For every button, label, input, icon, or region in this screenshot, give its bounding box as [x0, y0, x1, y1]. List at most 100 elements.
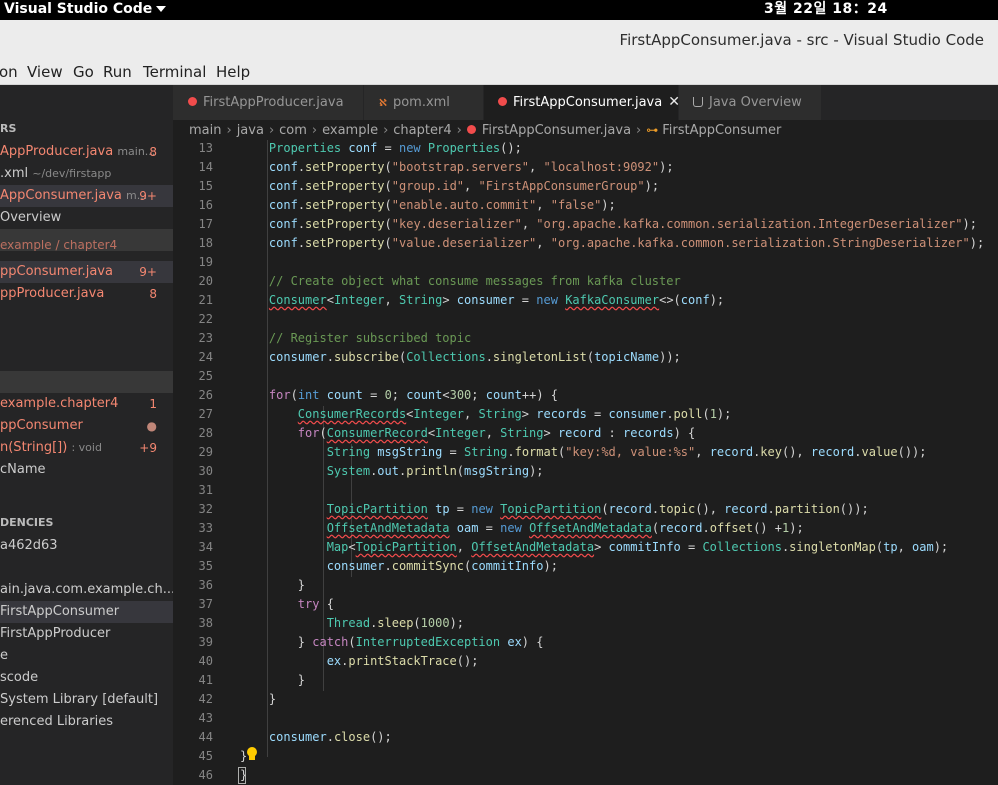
- line-number: 32: [198, 502, 213, 516]
- code-line: Map<TopicPartition, OffsetAndMetadata> c…: [326, 540, 949, 554]
- menu-run[interactable]: Run: [103, 63, 132, 81]
- window-title-bar: FirstAppConsumer.java - src - Visual Stu…: [0, 20, 998, 60]
- line-number: 22: [198, 312, 213, 326]
- code-line: }: [240, 578, 306, 592]
- chevron-right-icon: ›: [311, 123, 318, 138]
- open-editor-item[interactable]: AppProducer.java main... 8: [0, 141, 173, 163]
- line-number: 38: [198, 616, 213, 630]
- breadcrumb-item[interactable]: example: [322, 123, 378, 138]
- line-number: 13: [198, 141, 213, 155]
- file-item[interactable]: ppConsumer.java 9+: [0, 261, 173, 283]
- dependency-item[interactable]: erenced Libraries: [0, 711, 173, 733]
- code-line: consumer.commitSync(commitInfo);: [326, 559, 558, 573]
- tab-firstappconsumer[interactable]: FirstAppConsumer.java ✕: [484, 85, 680, 120]
- line-number: 24: [198, 350, 213, 364]
- line-number: 33: [198, 521, 213, 535]
- dependency-item[interactable]: System Library [default]: [0, 689, 173, 711]
- code-line: conf.setProperty("bootstrap.servers", "l…: [268, 160, 674, 174]
- line-number: 16: [198, 198, 213, 212]
- tab-pom-xml[interactable]: ℵ pom.xml: [364, 85, 483, 120]
- xml-icon: ℵ: [379, 98, 387, 109]
- dependency-item[interactable]: a462d63: [0, 535, 173, 557]
- line-number: 30: [198, 464, 213, 478]
- code-line: conf.setProperty("value.deserializer", "…: [268, 236, 985, 250]
- window-title: FirstAppConsumer.java - src - Visual Stu…: [619, 31, 984, 49]
- bracket-match-highlight: [238, 767, 246, 784]
- line-number: 14: [198, 160, 213, 174]
- menu-help[interactable]: Help: [216, 63, 250, 81]
- clock[interactable]: 3월 22일 18：24: [764, 0, 888, 18]
- menu-view[interactable]: View: [27, 63, 63, 81]
- chevron-right-icon: ›: [456, 123, 462, 138]
- line-number: 29: [198, 445, 213, 459]
- dependencies-header[interactable]: DENCIES: [0, 512, 173, 534]
- tab-java-overview[interactable]: Java Overview: [679, 85, 821, 120]
- breadcrumb-item[interactable]: com: [279, 123, 307, 138]
- open-editor-item-active[interactable]: AppConsumer.java m... 9+: [0, 185, 173, 207]
- line-number: 34: [198, 540, 213, 554]
- code-line: } catch(InterruptedException ex) {: [240, 635, 544, 649]
- line-number: 42: [198, 692, 213, 706]
- code-line: consumer.subscribe(Collections.singleton…: [268, 350, 681, 364]
- code-line: // Create object what consume messages f…: [268, 274, 681, 288]
- outline-item[interactable]: cName: [0, 459, 173, 481]
- editor-tab-bar: FirstAppProducer.java ℵ pom.xml FirstAppC…: [173, 85, 998, 120]
- dependency-item[interactable]: ain.java.com.example.ch...: [0, 579, 173, 601]
- breadcrumb-item[interactable]: main: [189, 123, 221, 138]
- breadcrumb-item[interactable]: java: [237, 123, 264, 138]
- system-top-bar: Visual Studio Code 3월 22일 18：24: [0, 0, 998, 20]
- open-editor-item[interactable]: .xml ~/dev/firstapp: [0, 163, 173, 185]
- coffee-icon: [693, 97, 703, 107]
- line-number: 19: [198, 255, 213, 269]
- line-number: 36: [198, 578, 213, 592]
- outline-item[interactable]: ppConsumer ●: [0, 415, 173, 437]
- menu-go[interactable]: Go: [73, 63, 94, 81]
- code-line: conf.setProperty("group.id", "FirstAppCo…: [268, 179, 660, 193]
- line-number: 23: [198, 331, 213, 345]
- dependency-item[interactable]: scode: [0, 667, 173, 689]
- code-line: // Register subscribed topic: [268, 331, 472, 345]
- menu-terminal[interactable]: Terminal: [143, 63, 206, 81]
- dependency-item-selected[interactable]: FirstAppConsumer: [0, 601, 173, 623]
- tab-firstappproducer[interactable]: FirstAppProducer.java: [173, 85, 363, 120]
- code-line: try {: [297, 597, 334, 611]
- breadcrumb-item[interactable]: FirstAppConsumer.java: [482, 123, 631, 138]
- open-editor-item[interactable]: Overview: [0, 207, 173, 229]
- line-number: 31: [198, 483, 213, 497]
- app-menu[interactable]: Visual Studio Code: [4, 0, 167, 18]
- line-number: 46: [198, 768, 213, 782]
- line-number: 26: [198, 388, 213, 402]
- line-number: 17: [198, 217, 213, 231]
- code-line: OffsetAndMetadata oam = new OffsetAndMet…: [326, 521, 804, 535]
- code-editor[interactable]: 13 14 15 16 17 18 19 20 21 22 23 24 25 26 27 28 29 30 31 32…: [173, 140, 998, 785]
- line-number: 44: [198, 730, 213, 744]
- menu-selection[interactable]: on: [0, 63, 18, 81]
- code-line: conf.setProperty("key.deserializer", "or…: [268, 217, 977, 231]
- folder-header[interactable]: example / chapter4: [0, 240, 173, 251]
- menu-bar: on View Go Run Terminal Help: [0, 60, 998, 85]
- dependency-item[interactable]: FirstAppProducer: [0, 623, 173, 645]
- code-line: conf.setProperty("enable.auto.commit", "…: [268, 198, 616, 212]
- line-number: 35: [198, 559, 213, 573]
- line-number: 41: [198, 673, 213, 687]
- breadcrumb-item[interactable]: chapter4: [393, 123, 451, 138]
- code-line: ex.printStackTrace();: [326, 654, 479, 668]
- line-number: 27: [198, 407, 213, 421]
- line-number: 45: [198, 749, 213, 763]
- java-icon: [188, 97, 197, 106]
- breadcrumb-item[interactable]: FirstAppConsumer: [662, 123, 781, 138]
- file-item[interactable]: ppProducer.java 8: [0, 283, 173, 305]
- line-number: 15: [198, 179, 213, 193]
- code-line: consumer.close();: [268, 730, 392, 744]
- dependency-item[interactable]: e: [0, 645, 173, 667]
- lightbulb-icon[interactable]: [246, 747, 258, 761]
- outline-item[interactable]: example.chapter4 1: [0, 393, 173, 415]
- code-line: }: [240, 673, 306, 687]
- outline-item[interactable]: n(String[]) : void +9: [0, 437, 173, 459]
- chevron-right-icon: ›: [268, 123, 275, 138]
- code-line: for(ConsumerRecord<Integer, String> reco…: [297, 426, 696, 440]
- chevron-right-icon: ›: [226, 123, 232, 138]
- code-line: TopicPartition tp = new TopicPartition(r…: [326, 502, 869, 516]
- open-editors-header[interactable]: RS: [0, 118, 173, 140]
- app-name: Visual Studio Code: [4, 1, 153, 17]
